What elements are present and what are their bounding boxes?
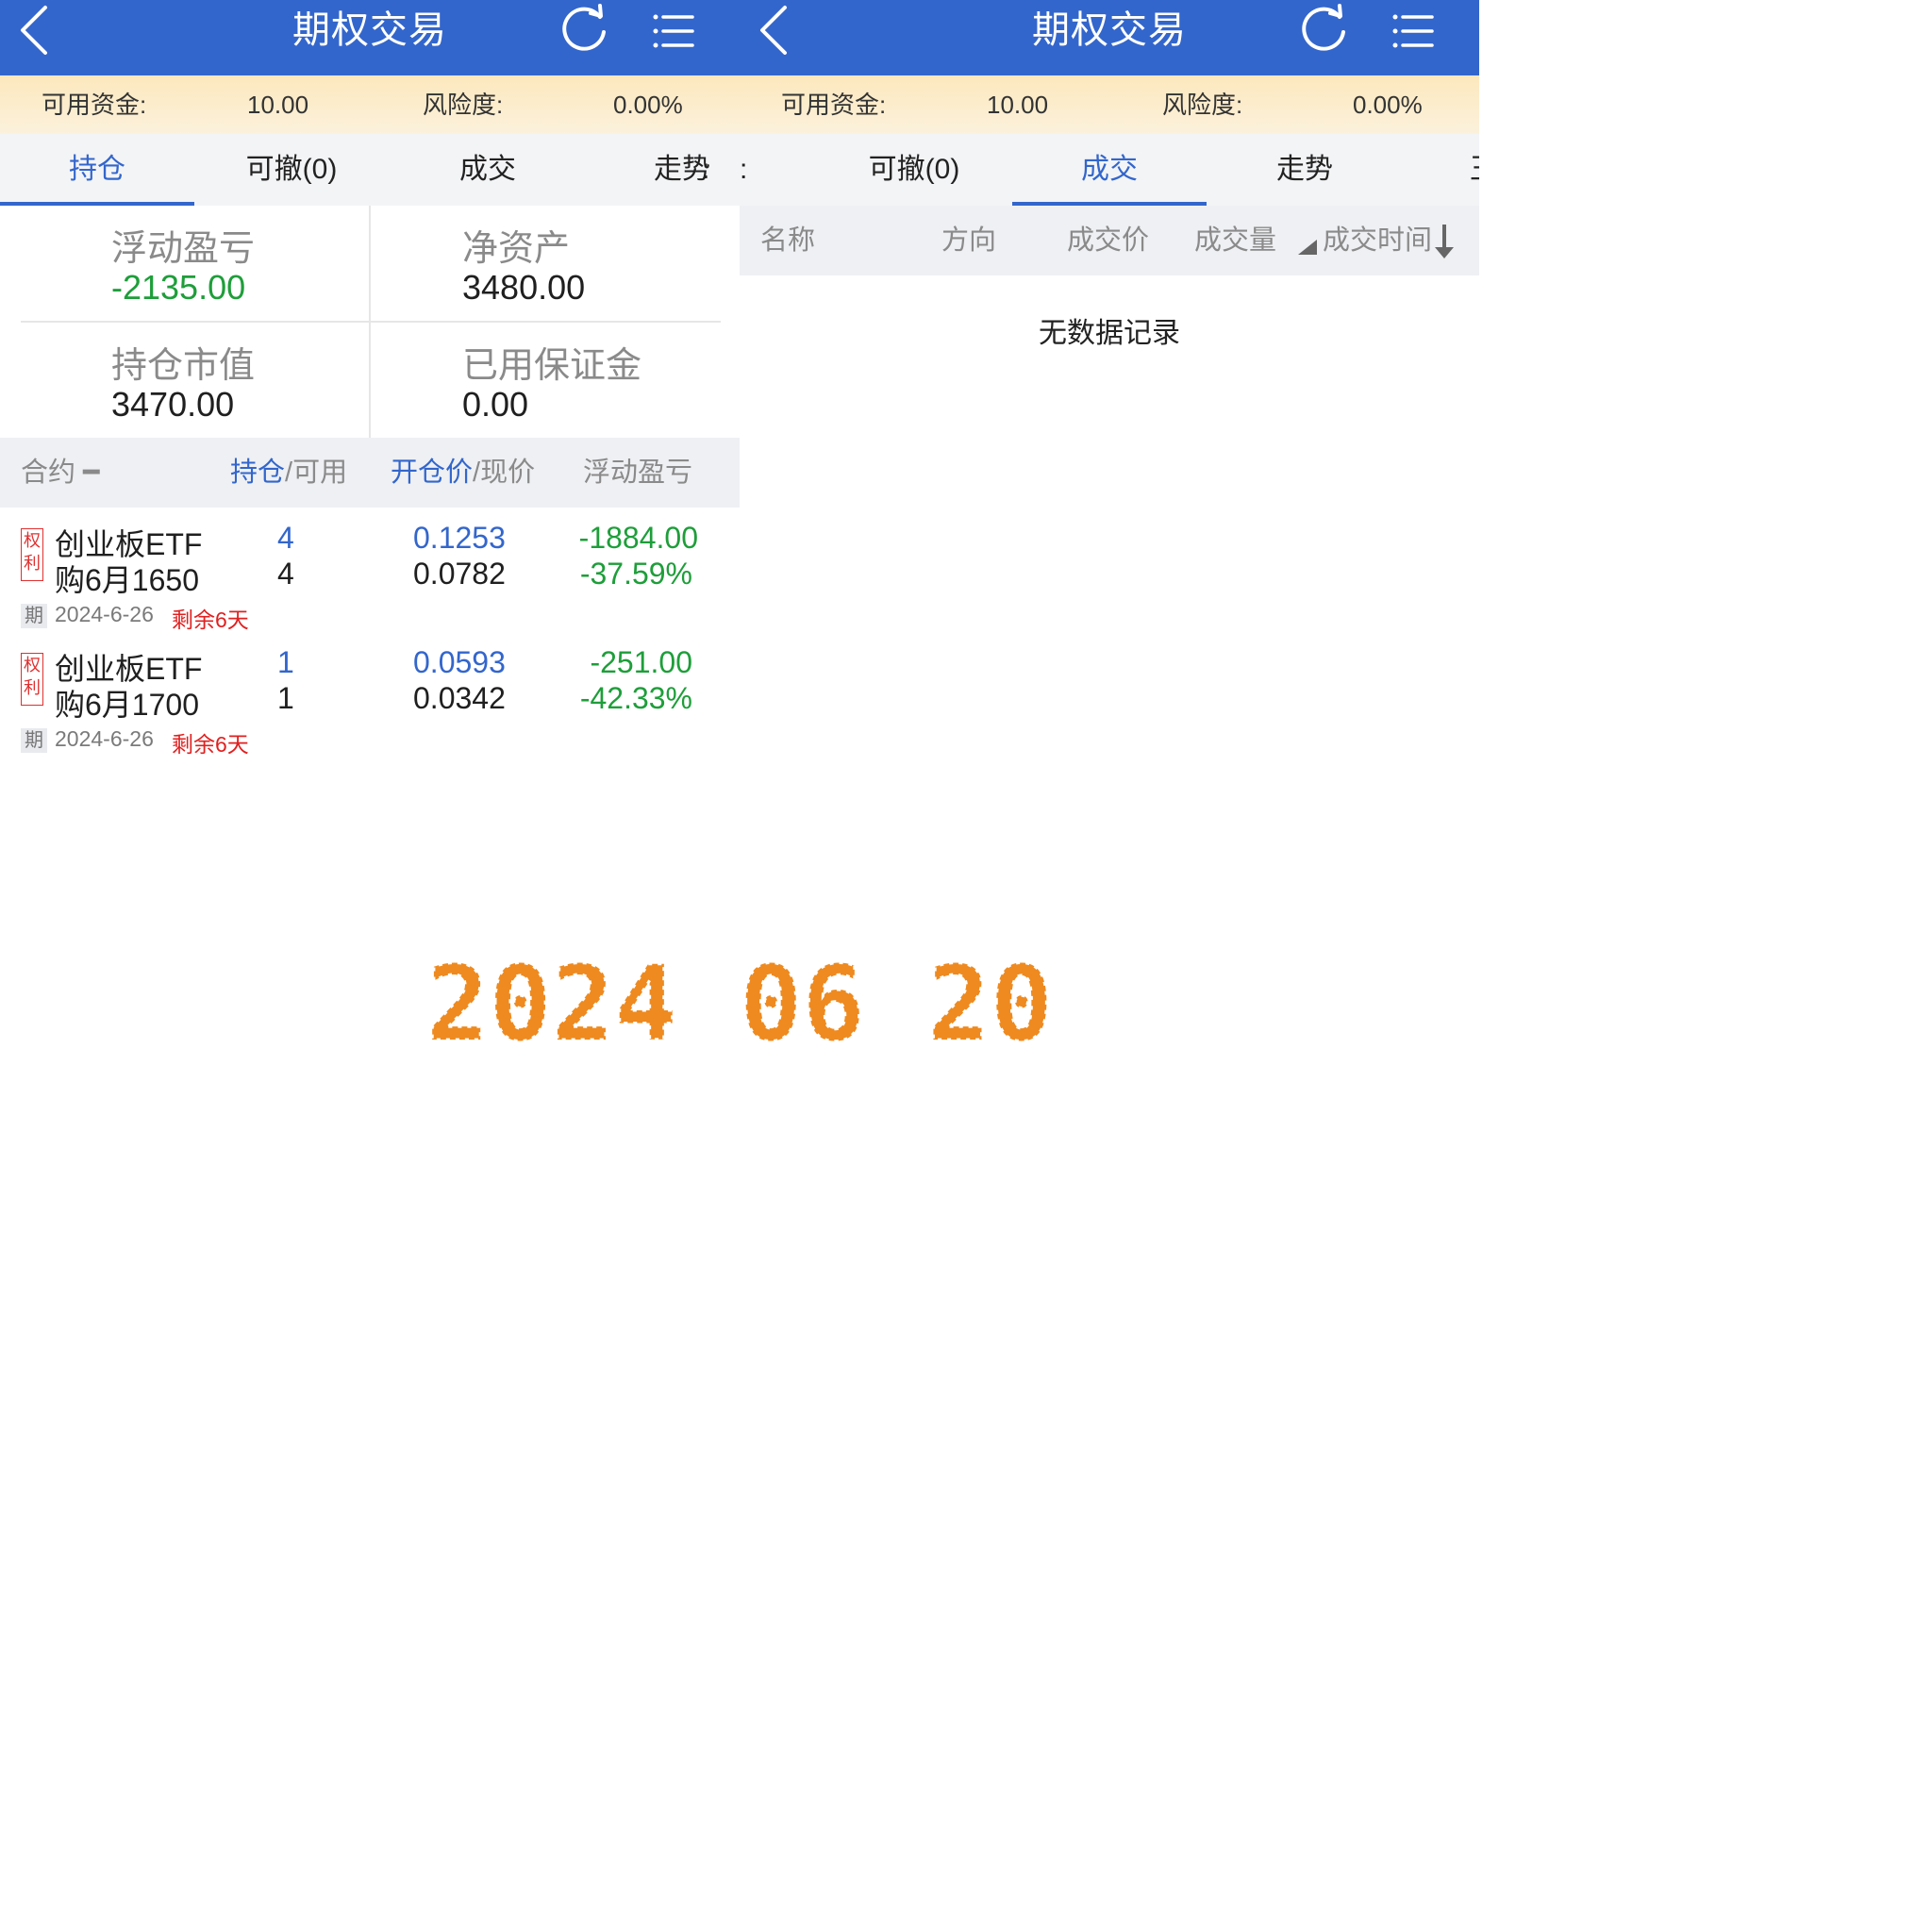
available-fund-value: 10.00 <box>247 91 309 119</box>
col-deal-time[interactable]: 成交时间 <box>1323 206 1432 275</box>
horizontal-divider <box>21 321 721 323</box>
holding-qty: 1 <box>277 645 294 679</box>
tab-bar: : 可撤(0) 成交 走势 王 <box>740 134 1479 206</box>
risk-label: 风险度: <box>423 91 504 119</box>
tab-overflow-edge-left[interactable]: : <box>740 134 758 206</box>
float-pl-amount: -1884.00 <box>578 521 698 555</box>
rights-badge: 权利 <box>21 528 43 581</box>
position-value-value: 3470.00 <box>111 385 235 424</box>
rights-badge: 权利 <box>21 653 43 706</box>
position-value-label: 持仓市值 <box>111 346 256 386</box>
holding-qty: 4 <box>277 521 294 555</box>
float-pl-amount: -251.00 <box>590 645 692 679</box>
refresh-button[interactable] <box>557 2 611 58</box>
top-bar: 期权交易 <box>0 0 740 75</box>
tab-trend[interactable]: 走势 <box>1208 134 1402 206</box>
col-available-label: /可用 <box>285 458 348 488</box>
sort-down-arrow-icon[interactable] <box>1432 206 1457 302</box>
col-holding[interactable]: 持仓/可用 <box>230 438 347 508</box>
col-float-pl[interactable]: 浮动盈亏 <box>583 438 692 508</box>
net-asset-label: 净资产 <box>462 229 571 269</box>
tab-cancelable[interactable]: 可撤(0) <box>194 134 389 206</box>
float-pl-label: 浮动盈亏 <box>111 229 256 269</box>
account-summary: 浮动盈亏 -2135.00 净资产 3480.00 持仓市值 3470.00 已… <box>0 206 740 438</box>
menu-button[interactable] <box>1389 8 1438 55</box>
current-price: 0.0342 <box>413 681 506 715</box>
available-fund-value: 10.00 <box>987 91 1049 119</box>
tab-deals[interactable]: 成交 <box>391 134 585 206</box>
tab-cancelable[interactable]: 可撤(0) <box>817 134 1011 206</box>
risk-label: 风险度: <box>1162 91 1243 119</box>
date-stamp: 2024 06 20 <box>426 960 1055 1047</box>
position-row[interactable]: 权利 创业板ETF 购6月1700 1 1 0.0593 0.0342 -251… <box>0 632 740 755</box>
deals-panel: 期权交易 可用资金: 10.00 风险度: 0.00% : 可撤(0) 成交 走… <box>740 0 1479 755</box>
col-price[interactable]: 开仓价/现价 <box>391 438 535 508</box>
risk-value: 0.00% <box>1353 91 1423 119</box>
fund-bar: 可用资金: 10.00 风险度: 0.00% <box>0 75 740 134</box>
available-qty: 1 <box>277 681 294 715</box>
used-margin-label: 已用保证金 <box>462 346 642 386</box>
expiry-badge: 期 <box>21 604 47 628</box>
open-price: 0.1253 <box>413 521 506 555</box>
date-stamp-text: 2024 06 20 <box>426 960 1053 1047</box>
positions-panel: 期权交易 可用资金: 10.00 风险度: 0.00% 持仓 可撤(0) 成交 … <box>0 0 740 755</box>
col-open-price-label: 开仓价 <box>391 458 474 488</box>
list-menu-icon <box>1392 14 1434 48</box>
positions-table-header: 合约 ━ 持仓/可用 开仓价/现价 浮动盈亏 <box>0 438 740 508</box>
days-remaining: 剩余6天 <box>172 608 249 632</box>
col-direction[interactable]: 方向 <box>941 206 996 275</box>
col-holding-label: 持仓 <box>230 458 286 488</box>
top-bar: 期权交易 <box>740 0 1479 75</box>
list-menu-icon <box>653 14 694 48</box>
float-pl-percent: -37.59% <box>579 557 692 591</box>
sort-triangle-icon <box>1296 206 1319 302</box>
refresh-icon <box>562 4 606 51</box>
available-fund-label: 可用资金: <box>42 91 147 119</box>
col-name[interactable]: 名称 <box>760 206 815 275</box>
used-margin-value: 0.00 <box>462 385 529 424</box>
available-fund-label: 可用资金: <box>781 91 887 119</box>
page-title: 期权交易 <box>292 9 447 51</box>
col-contract[interactable]: 合约 ━ <box>21 438 100 508</box>
contract-name-line2: 购6月1700 <box>55 688 199 722</box>
expiry-badge: 期 <box>21 728 47 753</box>
refresh-button[interactable] <box>1296 2 1351 58</box>
col-deal-price[interactable]: 成交价 <box>1067 206 1149 275</box>
page-title: 期权交易 <box>1032 9 1187 51</box>
tab-deals[interactable]: 成交 <box>1012 134 1207 206</box>
available-qty: 4 <box>277 557 294 591</box>
float-pl-percent: -42.33% <box>579 681 692 715</box>
tab-bar: 持仓 可撤(0) 成交 走势 : <box>0 134 740 206</box>
col-cur-price-label: /现价 <box>473 458 536 488</box>
position-row[interactable]: 权利 创业板ETF 购6月1650 4 4 0.1253 0.0782 -188… <box>0 508 740 634</box>
tab-overflow-edge-right[interactable]: 王 <box>1470 134 1479 206</box>
current-price: 0.0782 <box>413 557 506 591</box>
days-remaining: 剩余6天 <box>172 732 249 755</box>
collapse-dash-icon: ━ <box>75 458 100 488</box>
tab-positions[interactable]: 持仓 <box>0 134 194 206</box>
deals-table-header: 名称 方向 成交价 成交量 成交时间 <box>740 206 1479 275</box>
refresh-icon <box>1302 4 1345 51</box>
float-pl-value: -2135.00 <box>111 268 246 307</box>
fund-bar: 可用资金: 10.00 风险度: 0.00% <box>740 75 1479 134</box>
open-price: 0.0593 <box>413 645 506 679</box>
risk-value: 0.00% <box>613 91 683 119</box>
contract-name-line2: 购6月1650 <box>55 563 199 597</box>
expiry-date: 2024-6-26 <box>55 602 154 626</box>
expiry-date: 2024-6-26 <box>55 726 154 751</box>
empty-state-message: 无数据记录 <box>1039 318 1180 349</box>
tab-overflow-edge[interactable]: : <box>702 134 740 206</box>
net-asset-value: 3480.00 <box>462 268 586 307</box>
col-deal-volume[interactable]: 成交量 <box>1194 206 1276 275</box>
menu-button[interactable] <box>649 8 698 55</box>
